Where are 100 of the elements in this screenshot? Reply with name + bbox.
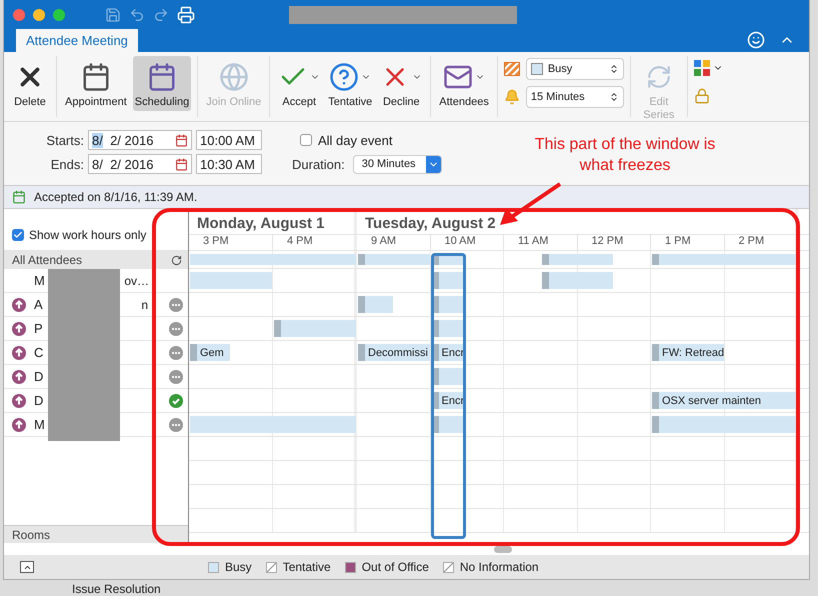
duration-label: Duration: bbox=[292, 156, 345, 172]
hour-label: 1 PM bbox=[651, 235, 724, 250]
lock-icon[interactable] bbox=[694, 88, 710, 104]
print-icon[interactable] bbox=[177, 6, 195, 24]
smiley-icon[interactable] bbox=[747, 31, 765, 49]
bell-icon bbox=[504, 89, 520, 105]
meeting-time-highlight[interactable] bbox=[430, 253, 466, 539]
block-start-marker bbox=[358, 254, 365, 265]
legend-label: Tentative bbox=[282, 560, 331, 574]
ribbon-button[interactable]: Decline bbox=[378, 56, 424, 111]
reminder-dropdown[interactable]: 15 Minutes bbox=[526, 86, 624, 108]
date-label: Starts: bbox=[45, 132, 84, 148]
arrow-up-icon bbox=[12, 418, 26, 432]
annotation-arrow bbox=[498, 182, 562, 226]
ribbon-button[interactable]: Delete bbox=[10, 56, 50, 111]
block-start-marker bbox=[652, 344, 659, 361]
ribbon-button[interactable]: Accept bbox=[276, 56, 322, 111]
block-start-marker bbox=[652, 254, 659, 265]
ribbon-button[interactable]: Scheduling bbox=[132, 56, 192, 111]
ribbon-tab[interactable]: Attendee Meeting bbox=[16, 29, 138, 52]
block-start-marker bbox=[358, 344, 365, 361]
event-title: Encr bbox=[442, 394, 464, 406]
event-title: Encr bbox=[442, 346, 464, 358]
date-field[interactable]: 8/ 2/ 2016 bbox=[88, 130, 192, 150]
attendee-name: P bbox=[34, 321, 43, 336]
block-start-marker bbox=[542, 254, 549, 265]
arrow-up-icon bbox=[12, 298, 26, 312]
hour-label: 3 PM bbox=[189, 235, 273, 250]
hour-label: 11 AM bbox=[504, 235, 578, 250]
checkbox[interactable] bbox=[300, 134, 312, 146]
attendee-name: n bbox=[141, 298, 148, 312]
event-title: OSX server mainten bbox=[662, 394, 762, 406]
attendee-name: ov… bbox=[124, 274, 149, 288]
categories-icon[interactable] bbox=[694, 60, 710, 76]
event-title: FW: Retread bbox=[662, 346, 724, 358]
annotation-text: This part of the window is what freezes bbox=[534, 135, 716, 176]
checkbox[interactable] bbox=[12, 228, 24, 240]
date-field[interactable]: 8/ 2/ 2016 bbox=[88, 154, 192, 174]
date-label: Ends: bbox=[50, 156, 84, 172]
time-field[interactable]: 10:30 AM bbox=[196, 154, 262, 174]
hour-label: 9 AM bbox=[357, 235, 430, 250]
calendar-icon[interactable] bbox=[175, 134, 188, 146]
calendar-icon[interactable] bbox=[175, 158, 188, 170]
save-icon[interactable] bbox=[105, 7, 121, 23]
accepted-icon bbox=[12, 190, 26, 204]
work-hours-label: Show work hours only bbox=[29, 228, 146, 242]
background-text: Issue Resolution bbox=[72, 582, 161, 596]
globe-icon bbox=[218, 62, 249, 92]
block-start-marker bbox=[358, 296, 365, 313]
time-field[interactable]: 10:00 AM bbox=[196, 130, 262, 150]
stepper-icon bbox=[608, 64, 619, 74]
calendar-icon bbox=[80, 62, 111, 92]
duration-dropdown[interactable]: 30 Minutes bbox=[352, 154, 442, 174]
attendee-name: D bbox=[34, 393, 44, 408]
reminder-value: 15 Minutes bbox=[530, 91, 585, 103]
arrow-up-icon bbox=[12, 346, 26, 360]
hour-label: 12 PM bbox=[578, 235, 651, 250]
zoom-button[interactable] bbox=[53, 9, 65, 21]
checkmark-icon bbox=[13, 230, 23, 240]
stepper-icon bbox=[608, 92, 619, 102]
attendee-name: M bbox=[34, 273, 45, 288]
ribbon-button[interactable]: Attendees bbox=[437, 56, 491, 111]
refresh-icon bbox=[646, 64, 672, 90]
rooms-label: Rooms bbox=[12, 528, 50, 542]
event-title: Decommissi bbox=[368, 346, 428, 358]
block-start-marker bbox=[652, 416, 659, 433]
block-start-marker bbox=[190, 344, 197, 361]
expand-button[interactable] bbox=[20, 561, 34, 573]
info-text: Accepted on 8/1/16, 11:39 AM. bbox=[34, 190, 198, 204]
column-header: All Attendees bbox=[12, 253, 82, 267]
legend-label: Out of Office bbox=[362, 560, 429, 574]
minimize-button[interactable] bbox=[33, 9, 45, 21]
attendee-name: C bbox=[34, 345, 44, 360]
show-as-dropdown[interactable]: Busy bbox=[526, 58, 624, 80]
calendar-icon bbox=[146, 62, 177, 92]
ribbon-button[interactable]: Appointment bbox=[63, 56, 129, 111]
striped-icon bbox=[504, 62, 520, 76]
attendee-name: A bbox=[34, 297, 43, 312]
attendee-name: D bbox=[34, 369, 44, 384]
legend-label: Busy bbox=[225, 560, 252, 574]
show-as-value: Busy bbox=[548, 63, 572, 75]
block-start-marker bbox=[542, 272, 549, 289]
redo-icon[interactable] bbox=[153, 7, 169, 23]
block-start-marker bbox=[652, 392, 659, 409]
all-day-label: All day event bbox=[318, 132, 392, 148]
event-title: Gem bbox=[200, 346, 224, 358]
arrow-up-icon bbox=[12, 322, 26, 336]
arrow-up-icon bbox=[12, 394, 26, 408]
ribbon-button[interactable]: Tentative bbox=[326, 56, 374, 111]
refresh-icon[interactable] bbox=[171, 254, 182, 266]
arrow-up-icon bbox=[12, 370, 26, 384]
scroll-handle[interactable] bbox=[494, 546, 512, 553]
day-header: Monday, August 1 bbox=[189, 209, 357, 234]
question-icon bbox=[329, 62, 360, 92]
legend-label: No Information bbox=[460, 560, 539, 574]
block-start-marker bbox=[274, 320, 281, 337]
undo-icon[interactable] bbox=[129, 7, 145, 23]
swatch-icon bbox=[530, 63, 543, 75]
hour-label: 10 AM bbox=[430, 235, 504, 250]
attendee-name: M bbox=[34, 417, 45, 432]
